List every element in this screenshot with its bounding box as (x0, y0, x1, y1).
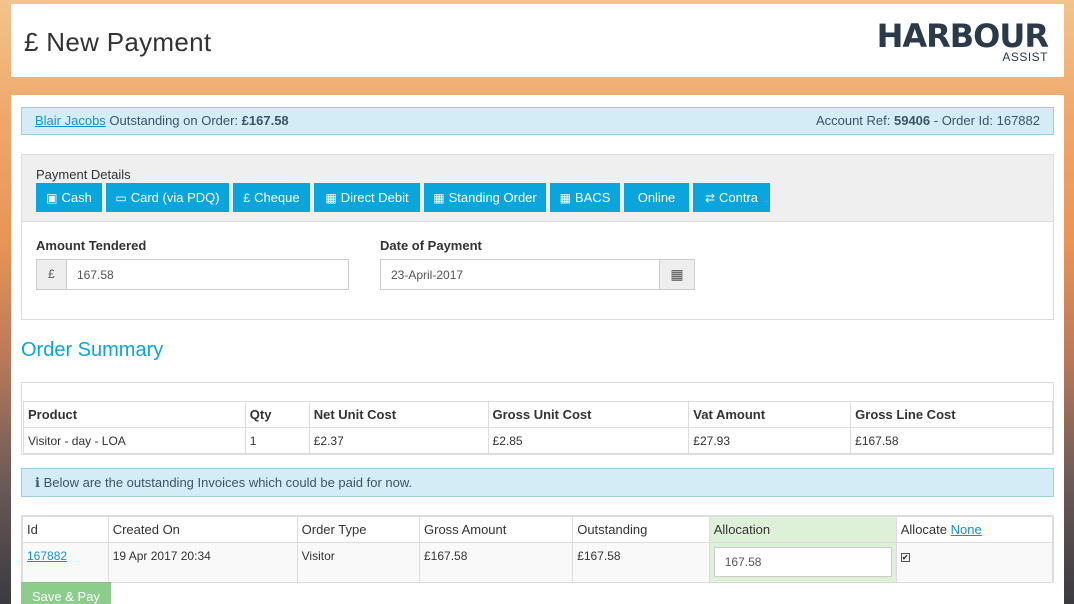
payment-method-label: Standing Order (448, 190, 537, 205)
payment-method-label: Contra (719, 190, 759, 205)
outstanding-label: Outstanding on Order: (105, 113, 242, 128)
save-and-pay-button[interactable]: Save & Pay (21, 582, 111, 604)
table-cell: Visitor - day - LOA (23, 427, 246, 454)
calendar-icon: ▦ (433, 191, 445, 205)
page-title: £ New Payment (24, 27, 212, 57)
invoice-column-header: Id (22, 516, 109, 543)
invoice-column-header: Outstanding (572, 516, 710, 543)
order-summary-table: Product Qty Net Unit Cost Gross Unit Cost Va… (23, 401, 1053, 454)
allocation-input[interactable] (713, 547, 892, 577)
alert-text: Below are the outstanding Invoices which… (43, 475, 413, 490)
invoices-table: Id Created On Order Type Gross Amount Outsta… (22, 516, 1054, 583)
pound-icon: £ (243, 191, 251, 205)
payment-details-label: Payment Details (36, 167, 131, 182)
payment-method-direct-debit-button[interactable]: ▦ Direct Debit (314, 183, 420, 212)
date-of-payment-group: ▦ (380, 259, 695, 290)
payment-method-standing-order-button[interactable]: ▦ Standing Order (424, 183, 546, 212)
credit-card-icon: ▭ (115, 191, 127, 205)
outstanding-value: £167.58 (241, 113, 289, 128)
payment-method-cheque-button[interactable]: £ Cheque (233, 183, 310, 212)
order-column-header: Vat Amount (688, 401, 852, 428)
payment-method-label: Online (637, 190, 676, 205)
order-summary-box: Product Qty Net Unit Cost Gross Unit Cost Va… (21, 382, 1054, 455)
payment-method-online-button[interactable]: Online (624, 183, 689, 212)
payment-method-buttons: ▣ Cash ▭ Card (via PDQ) £ Cheque ▦ Direct Debit… (36, 183, 770, 212)
outstanding-invoices-alert: ℹ Below are the outstanding Invoices whi… (21, 468, 1054, 497)
payment-panel: Blair Jacobs Outstanding on Order: £167.… (11, 95, 1064, 604)
customer-link[interactable]: Blair Jacobs (35, 113, 106, 128)
money-icon: ▣ (46, 191, 58, 205)
table-cell: 1 (244, 427, 310, 454)
order-column-header: Qty (244, 401, 310, 428)
invoices-box: Id Created On Order Type Gross Amount Outsta… (21, 515, 1054, 583)
allocate-label: Allocate (900, 522, 951, 537)
payment-details-box: Payment Details ▣ Cash ▭ Card (via PDQ) £ Che… (21, 154, 1054, 320)
invoice-id-link[interactable]: 167882 (27, 549, 67, 563)
account-info: Account Ref: 59406 - Order Id: 167882 (816, 108, 1040, 134)
invoice-column-header: Allocation (708, 516, 897, 543)
invoice-column-header: Created On (107, 516, 298, 543)
order-info-bar: Blair Jacobs Outstanding on Order: £167.… (21, 107, 1054, 135)
invoice-outstanding-cell: £167.58 (572, 542, 710, 583)
allocate-column-header: Allocate None (895, 516, 1054, 543)
allocate-none-link[interactable]: None (951, 522, 982, 537)
calendar-icon: ▦ (559, 191, 571, 205)
date-of-payment-input[interactable] (381, 260, 659, 289)
table-cell: £2.85 (487, 427, 690, 454)
order-summary-header-row: Product Qty Net Unit Cost Gross Unit Cost Va… (23, 401, 1053, 428)
table-row: 167882 19 Apr 2017 20:34 Visitor £167.58 £16… (22, 542, 1054, 583)
order-column-header: Gross Unit Cost (487, 401, 690, 428)
allocate-checkbox[interactable]: ✔ (900, 553, 910, 562)
harbour-assist-logo: HARBOUR ASSIST (876, 17, 1049, 64)
allocate-checkbox-cell: ✔ (895, 542, 1054, 583)
table-row: Visitor - day - LOA 1 £2.37 £2.85 £27.93 £167… (23, 427, 1053, 454)
invoice-gross-amount-cell: £167.58 (418, 542, 574, 583)
amount-tendered-label: Amount Tendered (36, 238, 147, 253)
order-summary-title: Order Summary (21, 339, 164, 361)
calendar-icon[interactable]: ▦ (659, 260, 694, 289)
table-cell: £27.93 (688, 427, 852, 454)
calendar-icon: ▦ (325, 191, 337, 205)
amount-tendered-input[interactable] (67, 260, 348, 289)
date-of-payment-label: Date of Payment (380, 238, 482, 253)
info-icon: ℹ (35, 475, 40, 490)
order-column-header: Net Unit Cost (308, 401, 489, 428)
order-column-header: Product (23, 401, 246, 428)
payment-method-contra-button[interactable]: ⇄ Contra (693, 183, 770, 212)
payment-method-cash-button[interactable]: ▣ Cash (36, 183, 102, 212)
invoice-created-on-cell: 19 Apr 2017 20:34 (107, 542, 298, 583)
account-ref-label: Account Ref: (815, 113, 894, 128)
payment-methods-header: Payment Details ▣ Cash ▭ Card (via PDQ) £ Che… (22, 155, 1053, 222)
invoice-column-header: Order Type (296, 516, 421, 543)
payment-method-bacs-button[interactable]: ▦ BACS (550, 183, 620, 212)
payment-method-card-via-pdq-button[interactable]: ▭ Card (via PDQ) (106, 183, 229, 212)
invoice-order-type-cell: Visitor (296, 542, 421, 583)
amount-tendered-group: £ (36, 259, 349, 290)
invoice-column-header: Gross Amount (418, 516, 574, 543)
order-id-value: 167882 (996, 113, 1040, 128)
table-cell: £2.37 (308, 427, 489, 454)
payment-method-label: Card (via PDQ) (130, 190, 220, 205)
payment-method-label: Cheque (254, 190, 300, 205)
allocation-cell (708, 542, 897, 583)
invoices-header-row: Id Created On Order Type Gross Amount Outsta… (22, 516, 1054, 543)
payment-method-label: Cash (61, 190, 92, 205)
exchange-icon: ⇄ (704, 191, 716, 205)
order-column-header: Gross Line Cost (850, 401, 1053, 428)
invoice-id-cell: 167882 (22, 542, 109, 583)
account-ref-value: 59406 (893, 113, 931, 128)
pound-icon: £ (37, 260, 67, 289)
order-id-label: - Order Id: (930, 113, 997, 128)
table-cell: £167.58 (850, 427, 1053, 454)
payment-method-label: BACS (574, 190, 611, 205)
logo-main-text: HARBOUR (876, 17, 1049, 55)
payment-method-label: Direct Debit (340, 190, 409, 205)
page-header: £ New Payment HARBOUR ASSIST (11, 4, 1064, 77)
